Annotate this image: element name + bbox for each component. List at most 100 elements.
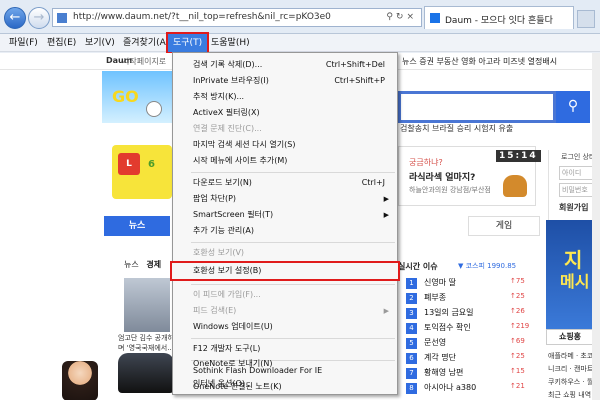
trending-text: 폐부종 bbox=[424, 293, 447, 302]
menu-view-downloads[interactable]: 다운로드 보기(N) Ctrl+J bbox=[173, 175, 397, 191]
kospi-index[interactable]: ▼ 코스피 1990.85 bbox=[458, 261, 516, 271]
submenu-arrow-icon: ▶ bbox=[383, 195, 389, 203]
person-photo[interactable] bbox=[62, 361, 98, 400]
arrow-left-icon: ← bbox=[9, 10, 21, 25]
menu-activex-filtering[interactable]: ActiveX 필터링(X) bbox=[173, 105, 397, 121]
search-input[interactable] bbox=[398, 91, 556, 123]
join-link[interactable]: 회원가입 bbox=[559, 202, 588, 213]
trending-change: ↑75 bbox=[510, 277, 525, 285]
tab-game[interactable]: 게임 bbox=[468, 216, 540, 236]
shopping-line[interactable]: 니크리 · 캔마트 bbox=[548, 364, 593, 374]
menu-help[interactable]: 도움말(H) bbox=[206, 34, 255, 52]
menu-inprivate[interactable]: InPrivate 브라우징(I) Ctrl+Shift+P bbox=[173, 73, 397, 89]
trending-change: ↑26 bbox=[510, 307, 525, 315]
back-button[interactable]: ← bbox=[4, 7, 26, 29]
burger-icon bbox=[503, 175, 527, 197]
menu-edit[interactable]: 편집(E) bbox=[42, 34, 81, 52]
category-economy[interactable]: 경제 bbox=[146, 260, 161, 269]
promo-logo-icon: L bbox=[118, 153, 140, 175]
site-favicon-icon bbox=[57, 13, 67, 23]
trending-item[interactable]: 2 폐부종 ↑25 bbox=[406, 292, 546, 307]
url-text: http://www.daum.net/?t__nil_top=refresh&… bbox=[73, 12, 331, 22]
soccer-banner[interactable]: GO bbox=[102, 71, 182, 123]
trending-text: 문선영 bbox=[424, 338, 447, 347]
menu-view[interactable]: 보기(V) bbox=[80, 34, 120, 52]
menu-tools[interactable]: 도구(T) bbox=[165, 32, 210, 54]
ad-clock: 15:14 bbox=[496, 150, 541, 162]
menu-file[interactable]: 파일(F) bbox=[4, 34, 43, 52]
menu-separator bbox=[191, 284, 395, 285]
trending-change: ↑25 bbox=[510, 292, 525, 300]
remember-login-checkbox[interactable]: 로그인 상태 bbox=[561, 152, 595, 162]
menu-add-site-start[interactable]: 시작 메뉴에 사이트 추가(M) bbox=[173, 153, 397, 169]
tools-dropdown-menu: 검색 기록 삭제(D)... Ctrl+Shift+Del InPrivate 브… bbox=[170, 52, 400, 395]
category-news[interactable]: 뉴스 bbox=[124, 260, 139, 269]
top-nav-links[interactable]: 뉴스 증권 부동산 영화 아고라 미즈넷 열정배시 bbox=[402, 56, 557, 67]
trending-item[interactable]: 3 13일의 금요일 ↑26 bbox=[406, 307, 546, 322]
news-thumbnail[interactable] bbox=[124, 278, 170, 332]
promo-number: 6 bbox=[148, 159, 155, 170]
menu-diagnose-connection: 연결 문제 진단(C)... bbox=[193, 124, 262, 133]
ad-question: 궁금하냐? bbox=[409, 158, 443, 167]
tab-favicon-icon bbox=[430, 13, 440, 23]
trending-rank: 1 bbox=[406, 278, 417, 289]
trending-change: ↑15 bbox=[510, 367, 525, 375]
new-tab-button[interactable] bbox=[577, 10, 595, 28]
browser-tab[interactable]: Daum - 모으다 잇다 흔들다 bbox=[424, 6, 574, 29]
search-button[interactable]: ⚲ bbox=[556, 91, 590, 123]
trending-item[interactable]: 7 황해영 남편 ↑15 bbox=[406, 367, 546, 382]
trending-text: 13일의 금요일 bbox=[424, 308, 474, 317]
search-keyword-links[interactable]: 검찰송치 브라질 승리 시험지 유출 bbox=[400, 123, 513, 134]
menu-compat-view-settings[interactable]: 호환성 보기 설정(B) bbox=[170, 261, 400, 281]
banner-text: GO bbox=[112, 87, 139, 106]
url-actions: ⚲↻× bbox=[386, 12, 417, 22]
trending-rank: 6 bbox=[406, 353, 417, 364]
start-page-link[interactable]: 시작페이지로 bbox=[122, 56, 166, 67]
shopping-line[interactable]: 애플라메 · 초코 bbox=[548, 351, 593, 361]
promo-banner[interactable]: L 6 bbox=[112, 145, 172, 199]
trending-item[interactable]: 6 계각 명단 ↑25 bbox=[406, 352, 546, 367]
trending-item[interactable]: 4 토익점수 확인 ↑219 bbox=[406, 322, 546, 337]
trending-rank: 2 bbox=[406, 293, 417, 304]
trending-heading: 실시간 이슈 bbox=[398, 262, 438, 271]
search-icon[interactable]: ⚲ bbox=[386, 12, 396, 22]
vertical-scrollbar[interactable] bbox=[592, 53, 600, 400]
menu-f12-devtools[interactable]: F12 개발자 도구(L) bbox=[173, 341, 397, 357]
trending-item[interactable]: 8 아시아나 a380 ↑21 bbox=[406, 382, 546, 397]
trending-rank: 4 bbox=[406, 323, 417, 334]
news-category-row: 뉴스 경제 bbox=[124, 259, 161, 270]
menu-internet-options[interactable]: 인터넷 옵션(O) bbox=[173, 376, 397, 392]
trending-text: 신영마 딸 bbox=[424, 278, 456, 287]
submenu-arrow-icon: ▶ bbox=[383, 307, 389, 315]
close-icon[interactable]: × bbox=[406, 12, 417, 22]
menu-smartscreen[interactable]: SmartScreen 필터(T) ▶ bbox=[173, 207, 397, 223]
ad-title: 라식라섹 얼마지? bbox=[409, 173, 476, 183]
menu-favorites[interactable]: 즐겨찾기(A) bbox=[118, 34, 174, 52]
forward-button[interactable]: → bbox=[28, 7, 50, 29]
trending-text: 황해영 남편 bbox=[424, 368, 464, 377]
menu-popup-blocker[interactable]: 팝업 차단(P) ▶ bbox=[173, 191, 397, 207]
trending-change: ↑21 bbox=[510, 382, 525, 390]
trending-item[interactable]: 5 문선영 ↑69 bbox=[406, 337, 546, 352]
trending-item[interactable]: 1 신영마 딸 ↑75 bbox=[406, 277, 546, 292]
trending-text: 토익점수 확인 bbox=[424, 323, 471, 332]
refresh-icon[interactable]: ↻ bbox=[396, 12, 407, 22]
tab-news[interactable]: 뉴스 bbox=[104, 216, 170, 236]
shopping-tab[interactable]: 쇼핑홍 bbox=[546, 329, 594, 345]
car-ad-image[interactable] bbox=[118, 353, 174, 393]
trending-rank: 7 bbox=[406, 368, 417, 379]
shopping-line[interactable]: 최근 쇼핑 내역 bbox=[548, 390, 591, 400]
news-caption[interactable]: 엄고단 김수 공개하며 '영국국재에서... bbox=[118, 333, 174, 353]
menu-windows-update[interactable]: Windows 업데이트(U) bbox=[173, 319, 397, 335]
trending-change: ↑25 bbox=[510, 352, 525, 360]
menu-delete-history[interactable]: 검색 기록 삭제(D)... Ctrl+Shift+Del bbox=[173, 57, 397, 73]
fifa-ad-line2: 메시 bbox=[560, 272, 590, 291]
menu-tracking-protection[interactable]: 추적 방지(K)... bbox=[173, 89, 397, 105]
url-input[interactable]: http://www.daum.net/?t__nil_top=refresh&… bbox=[52, 8, 422, 27]
menu-compat-view-placeholder bbox=[173, 229, 397, 245]
shopping-line[interactable]: 쿠키하우스 · 월 bbox=[548, 377, 593, 387]
trending-rank: 3 bbox=[406, 308, 417, 319]
menu-reopen-session[interactable]: 마지막 검색 세션 다시 열기(S) bbox=[173, 137, 397, 153]
menu-separator bbox=[191, 172, 395, 173]
menu-send-onenote[interactable]: OneNote로 보내기(N) bbox=[173, 356, 397, 372]
